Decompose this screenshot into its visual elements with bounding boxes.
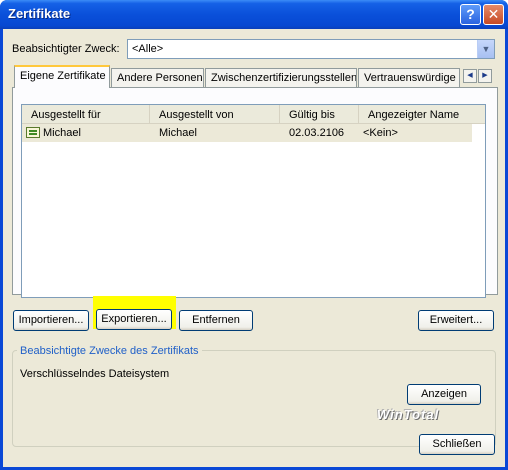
import-button[interactable]: Importieren... bbox=[13, 310, 89, 331]
purposes-text: Verschlüsselndes Dateisystem bbox=[20, 368, 170, 380]
cell-issued-by: Michael bbox=[159, 127, 197, 139]
column-issued-by[interactable]: Ausgestellt von bbox=[150, 105, 280, 123]
title-bar[interactable]: Zertifikate ? ✕ bbox=[0, 0, 508, 29]
column-label: Angezeigter Name bbox=[368, 109, 460, 121]
tab-intermediate-cas[interactable]: Zwischenzertifizierungsstellen bbox=[205, 68, 357, 87]
tab-label: Vertrauenswürdige Stammzertifizierungsst… bbox=[364, 72, 459, 84]
certificate-icon bbox=[26, 127, 40, 138]
close-window-button[interactable]: ✕ bbox=[483, 4, 504, 25]
list-header: Ausgestellt für Ausgestellt von Gültig b… bbox=[22, 105, 485, 124]
column-label: Gültig bis bbox=[289, 109, 335, 121]
export-button[interactable]: Exportieren... bbox=[96, 309, 172, 330]
column-label: Ausgestellt für bbox=[31, 109, 101, 121]
tab-scroll-right-icon[interactable]: ▶ bbox=[478, 69, 492, 83]
cell-friendly-name: <Kein> bbox=[363, 127, 398, 139]
view-button[interactable]: Anzeigen bbox=[407, 384, 481, 405]
column-valid-until[interactable]: Gültig bis bbox=[280, 105, 359, 123]
purpose-dropdown[interactable]: <Alle> ▼ bbox=[127, 39, 495, 59]
purpose-dropdown-value: <Alle> bbox=[132, 43, 164, 55]
column-friendly-name[interactable]: Angezeigter Name bbox=[359, 105, 485, 123]
purpose-label: Beabsichtigter Zweck: bbox=[12, 43, 120, 55]
watermark-text: WinTotal bbox=[377, 407, 440, 422]
close-button[interactable]: Schließen bbox=[419, 434, 495, 455]
certificate-list[interactable]: Ausgestellt für Ausgestellt von Gültig b… bbox=[21, 104, 486, 298]
window-title: Zertifikate bbox=[8, 6, 71, 21]
cell-valid-until: 02.03.2106 bbox=[289, 127, 345, 139]
tab-own-certificates[interactable]: Eigene Zertifikate bbox=[14, 65, 110, 88]
tab-other-people[interactable]: Andere Personen bbox=[111, 68, 204, 87]
column-label: Ausgestellt von bbox=[159, 109, 234, 121]
tab-label: Zwischenzertifizierungsstellen bbox=[211, 72, 357, 84]
tab-trusted-root-cas[interactable]: Vertrauenswürdige Stammzertifizierungsst… bbox=[358, 68, 460, 87]
group-title: Beabsichtigte Zwecke des Zertifikats bbox=[17, 345, 202, 357]
advanced-button[interactable]: Erweitert... bbox=[418, 310, 494, 331]
certificates-dialog: Zertifikate ? ✕ Beabsichtigter Zweck: <A… bbox=[0, 0, 508, 470]
column-issued-to[interactable]: Ausgestellt für bbox=[22, 105, 150, 123]
tab-label: Eigene Zertifikate bbox=[20, 70, 106, 82]
cell-issued-to: Michael bbox=[43, 127, 81, 139]
dialog-client-area: Beabsichtigter Zweck: <Alle> ▼ Eigene Ze… bbox=[3, 29, 505, 467]
chevron-down-icon[interactable]: ▼ bbox=[477, 40, 494, 58]
tab-scroll-left-icon[interactable]: ◀ bbox=[463, 69, 477, 83]
remove-button[interactable]: Entfernen bbox=[179, 310, 253, 331]
table-row[interactable]: Michael Michael 02.03.2106 <Kein> bbox=[22, 124, 472, 142]
help-button[interactable]: ? bbox=[460, 4, 481, 25]
tab-label: Andere Personen bbox=[117, 72, 203, 84]
